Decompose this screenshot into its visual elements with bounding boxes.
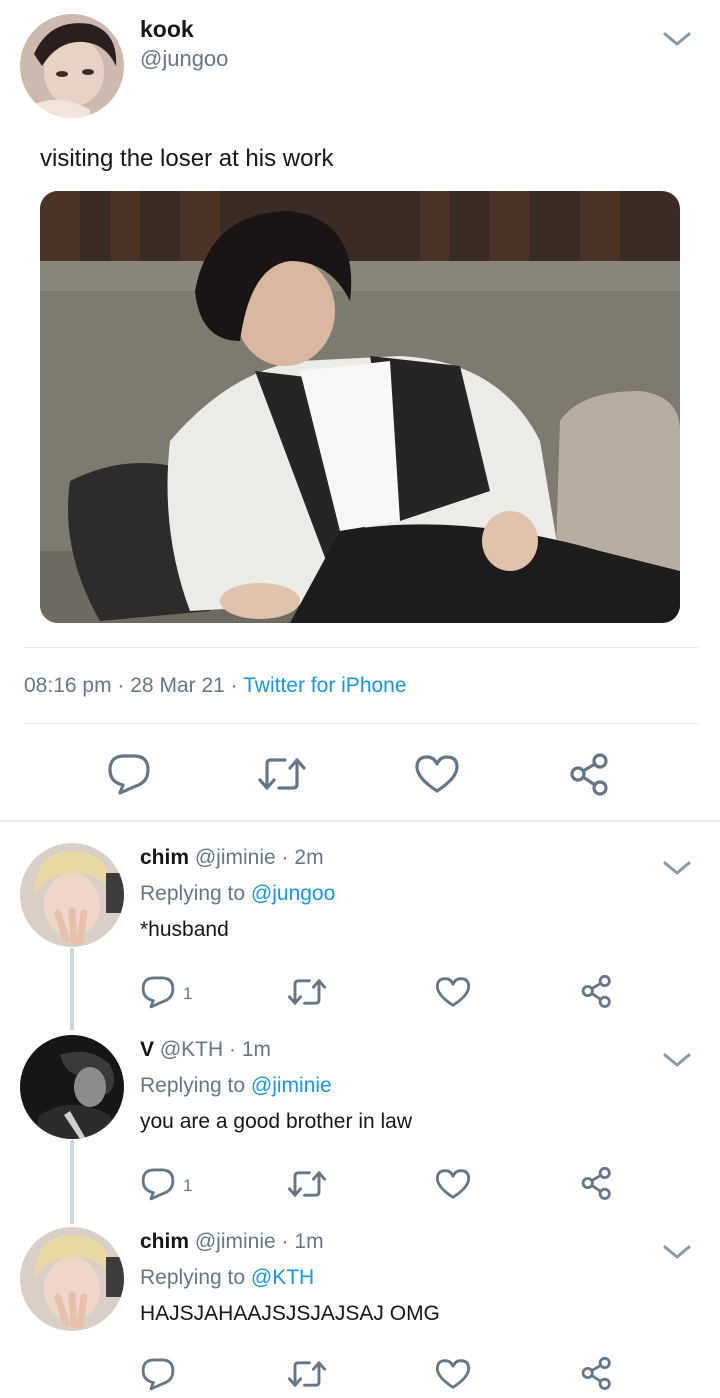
display-name[interactable]: V	[140, 1038, 154, 1061]
chevron-down-icon[interactable]	[662, 858, 692, 878]
retweet-icon[interactable]	[287, 1358, 327, 1390]
tweet-date: 28 Mar 21	[130, 674, 225, 697]
like-icon[interactable]	[435, 1168, 471, 1200]
avatar-chim[interactable]	[20, 843, 124, 947]
reply-time: 1m	[241, 1038, 272, 1061]
divider	[24, 723, 698, 724]
reply-text: *husband	[140, 918, 229, 941]
chevron-down-icon[interactable]	[662, 29, 692, 49]
reply-text: HAJSJAHAAJSJSJAJSAJ OMG	[140, 1302, 440, 1325]
share-icon[interactable]	[580, 974, 614, 1008]
reply-header: chim @jiminie · 1m	[140, 1230, 324, 1254]
tweet-source-link[interactable]: Twitter for iPhone	[243, 674, 406, 697]
display-name[interactable]: kook	[140, 16, 194, 43]
replying-to-label: Replying to	[140, 1266, 246, 1289]
separator-dot: ·	[230, 674, 238, 697]
divider	[24, 647, 698, 648]
like-icon[interactable]	[435, 1358, 471, 1390]
chevron-down-icon[interactable]	[662, 1242, 692, 1262]
share-icon[interactable]	[580, 1166, 614, 1200]
reply-icon[interactable]	[106, 752, 152, 796]
share-icon[interactable]	[568, 752, 612, 796]
user-handle[interactable]: @jiminie	[195, 1230, 276, 1253]
tweet-metadata: 08:16 pm · 28 Mar 21 · Twitter for iPhon…	[24, 674, 407, 698]
replying-to: Replying to @jiminie	[140, 1074, 332, 1098]
reply-header: V @KTH · 1m	[140, 1038, 271, 1062]
avatar-v[interactable]	[20, 1035, 124, 1139]
retweet-icon[interactable]	[257, 754, 307, 794]
reply-text: you are a good brother in law	[140, 1110, 413, 1133]
replying-to: Replying to @jungoo	[140, 882, 335, 906]
avatar-kook[interactable]	[20, 14, 124, 118]
replying-to-handle[interactable]: @jiminie	[251, 1074, 332, 1097]
tweet-photo[interactable]	[40, 191, 680, 623]
separator-dot: ·	[281, 1230, 289, 1253]
replying-to-label: Replying to	[140, 882, 246, 905]
chevron-down-icon[interactable]	[662, 1050, 692, 1070]
separator-dot: ·	[229, 1038, 237, 1061]
tweet-text: visiting the loser at his work	[40, 145, 334, 172]
replying-to-label: Replying to	[140, 1074, 246, 1097]
replying-to: Replying to @KTH	[140, 1266, 314, 1290]
thread-line	[70, 1140, 74, 1224]
reply-header: chim @jiminie · 2m	[140, 846, 324, 870]
share-icon[interactable]	[580, 1356, 614, 1390]
avatar-chim[interactable]	[20, 1227, 124, 1331]
replying-to-handle[interactable]: @KTH	[251, 1266, 314, 1289]
reply-icon[interactable]	[140, 1356, 176, 1392]
divider	[0, 820, 720, 822]
retweet-icon[interactable]	[287, 976, 327, 1008]
separator-dot: ·	[281, 846, 289, 869]
reply-icon[interactable]	[140, 1166, 176, 1202]
reply-count: 1	[183, 984, 193, 1003]
replying-to-handle[interactable]: @jungoo	[251, 882, 335, 905]
reply-count: 1	[183, 1176, 193, 1195]
display-name[interactable]: chim	[140, 846, 189, 869]
reply-time: 2m	[294, 846, 324, 869]
like-icon[interactable]	[414, 754, 460, 794]
display-name[interactable]: chim	[140, 1230, 189, 1253]
reply-time: 1m	[294, 1230, 324, 1253]
reply-icon[interactable]	[140, 974, 176, 1010]
tweet-time: 08:16 pm	[24, 674, 112, 697]
separator-dot: ·	[117, 674, 125, 697]
like-icon[interactable]	[435, 976, 471, 1008]
user-handle[interactable]: @jungoo	[140, 46, 228, 72]
user-handle[interactable]: @jiminie	[195, 846, 276, 869]
thread-line	[70, 948, 74, 1030]
retweet-icon[interactable]	[287, 1168, 327, 1200]
user-handle[interactable]: @KTH	[160, 1038, 223, 1061]
